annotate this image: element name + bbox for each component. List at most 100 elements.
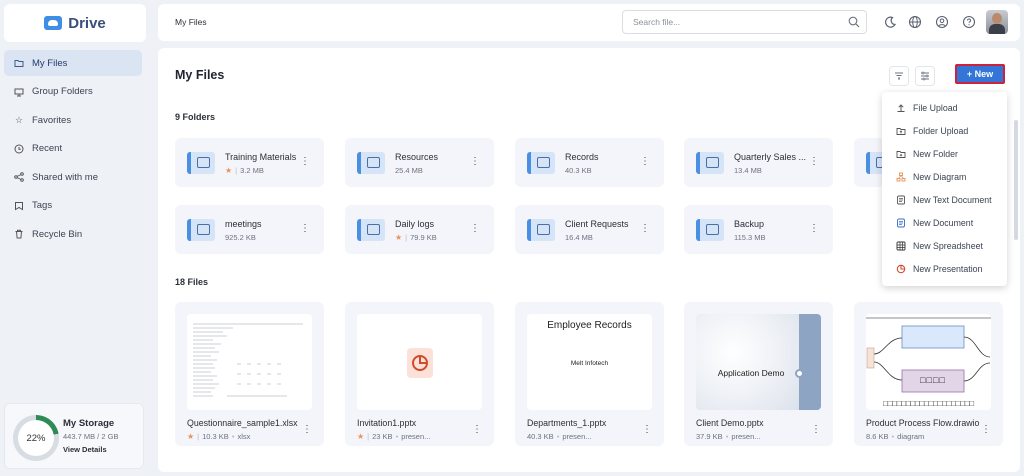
more-options-icon[interactable]: ⋮ [300, 157, 310, 167]
new-folder-icon [896, 149, 906, 159]
sidebar-item-tags[interactable]: Tags [4, 193, 142, 219]
more-options-icon[interactable]: ⋮ [642, 425, 652, 435]
menu-item-new-folder[interactable]: New Folder [882, 142, 1007, 165]
file-meta: ★ | 23 KB • presen... [357, 432, 431, 441]
folder-card[interactable]: Records 40.3 KB ⋮ [515, 138, 664, 187]
folders-heading: 9 Folders [175, 112, 216, 122]
scrollbar[interactable] [1014, 120, 1018, 240]
new-button[interactable]: + New [955, 64, 1005, 84]
file-meta: 8.6 KB • diagram [866, 432, 925, 441]
file-name: Questionnaire_sample1.xlsx [187, 418, 298, 428]
folder-name: meetings [225, 219, 262, 229]
folder-card[interactable]: Daily logs ★ | 79.9 KB ⋮ [345, 205, 494, 254]
avatar[interactable] [986, 10, 1008, 34]
logo[interactable]: Drive [4, 4, 146, 42]
file-meta: ★ | 10.3 KB • xlsx [187, 432, 251, 441]
folder-name: Training Materials [225, 152, 297, 162]
file-card[interactable]: Employee Records Melt Infotech Departmen… [515, 302, 664, 446]
star-icon: ★ [187, 432, 195, 441]
folder-size: 40.3 KB [565, 166, 592, 175]
thumb-title: Application Demo [717, 368, 785, 378]
sidebar-item-recent[interactable]: Recent [4, 136, 142, 162]
moon-icon[interactable] [882, 14, 898, 30]
storage-percent: 22% [26, 432, 46, 444]
folder-card[interactable]: Quarterly Sales ... 13.4 MB ⋮ [684, 138, 833, 187]
menu-item-new-document[interactable]: New Document [882, 211, 1007, 234]
menu-item-new-text-document[interactable]: New Text Document [882, 188, 1007, 211]
search-icon[interactable] [848, 16, 860, 28]
folder-icon [187, 219, 215, 241]
folder-name: Daily logs [395, 219, 435, 229]
star-icon: ★ [395, 233, 403, 242]
menu-item-new-presentation[interactable]: New Presentation [882, 257, 1007, 280]
file-card[interactable]: Questionnaire_sample1.xlsx ★ | 10.3 KB • xls… [175, 302, 324, 446]
folder-card[interactable]: Resources 25.4 MB ⋮ [345, 138, 494, 187]
sidebar-item-favorites[interactable]: ☆ Favorites [4, 107, 142, 133]
globe-icon[interactable] [907, 14, 923, 30]
filter-icon[interactable] [915, 66, 935, 86]
more-options-icon[interactable]: ⋮ [300, 224, 310, 234]
more-options-icon[interactable]: ⋮ [809, 157, 819, 167]
folder-size: 13.4 MB [734, 166, 762, 175]
sidebar-item-label: Group Folders [32, 86, 93, 97]
menu-item-label: File Upload [913, 102, 958, 113]
document-icon [896, 218, 906, 228]
storage-title: My Storage [63, 418, 115, 429]
folder-card[interactable]: Backup 115.3 MB ⋮ [684, 205, 833, 254]
menu-item-new-diagram[interactable]: New Diagram [882, 165, 1007, 188]
breadcrumb[interactable]: My Files [175, 17, 207, 27]
folder-card[interactable]: Training Materials ★ | 3.2 MB ⋮ [175, 138, 324, 187]
menu-item-label: New Document [913, 217, 974, 228]
star-icon: ★ [225, 166, 233, 175]
more-options-icon[interactable]: ⋮ [470, 157, 480, 167]
more-options-icon[interactable]: ⋮ [640, 224, 650, 234]
thumb-box-text: □□□□ [920, 375, 946, 385]
drive-logo-icon [44, 16, 63, 30]
user-circle-icon[interactable] [934, 14, 950, 30]
sort-icon[interactable] [889, 66, 909, 86]
folder-card[interactable]: Client Requests 16.4 MB ⋮ [515, 205, 664, 254]
menu-item-label: New Text Document [913, 194, 992, 205]
sidebar: Drive My Files Group Folders ☆ Favorites… [0, 0, 150, 476]
more-options-icon[interactable]: ⋮ [811, 425, 821, 435]
folder-card[interactable] [854, 138, 894, 187]
folder-icon [357, 152, 385, 174]
menu-item-file-upload[interactable]: File Upload [882, 96, 1007, 119]
file-size: 37.9 KB [696, 432, 723, 441]
sidebar-item-label: Tags [32, 200, 53, 211]
menu-item-new-spreadsheet[interactable]: New Spreadsheet [882, 234, 1007, 257]
sidebar-item-my-files[interactable]: My Files [4, 50, 142, 76]
file-card[interactable]: □□□□ □□□□□□□□□□□□□□□□□□□□ Product Proces… [854, 302, 1003, 446]
view-details-link[interactable]: View Details [63, 445, 107, 454]
more-options-icon[interactable]: ⋮ [302, 425, 312, 435]
file-type: xlsx [237, 432, 251, 441]
sidebar-item-group-folders[interactable]: Group Folders [4, 79, 142, 105]
file-type: presen... [562, 432, 592, 441]
more-options-icon[interactable]: ⋮ [981, 425, 991, 435]
folder-name: Records [565, 152, 599, 162]
file-card[interactable]: Invitation1.pptx ★ | 23 KB • presen... ⋮ [345, 302, 494, 446]
star-icon: ☆ [14, 114, 24, 125]
help-icon[interactable] [961, 14, 977, 30]
more-options-icon[interactable]: ⋮ [472, 425, 482, 435]
file-thumbnail: □□□□ □□□□□□□□□□□□□□□□□□□□ [866, 314, 991, 410]
search-input[interactable] [633, 11, 833, 33]
more-options-icon[interactable]: ⋮ [809, 224, 819, 234]
sidebar-item-shared[interactable]: Shared with me [4, 164, 142, 190]
sidebar-item-recycle-bin[interactable]: Recycle Bin [4, 221, 142, 247]
sidebar-item-label: Favorites [32, 114, 72, 126]
file-size: 23 KB [372, 432, 393, 441]
thumb-title: Employee Records [547, 320, 632, 331]
file-name: Departments_1.pptx [527, 418, 607, 428]
sidebar-item-label: Shared with me [32, 171, 99, 183]
tag-icon [14, 201, 24, 211]
menu-item-folder-upload[interactable]: Folder Upload [882, 119, 1007, 142]
more-options-icon[interactable]: ⋮ [640, 157, 650, 167]
more-options-icon[interactable]: ⋮ [470, 224, 480, 234]
folder-card[interactable]: meetings 925.2 KB ⋮ [175, 205, 324, 254]
menu-item-label: New Spreadsheet [913, 240, 983, 251]
folder-icon [357, 219, 385, 241]
file-type: diagram [897, 432, 925, 441]
sidebar-item-label: My Files [32, 57, 68, 69]
file-card[interactable]: Application Demo Client Demo.pptx 37.9 K… [684, 302, 833, 446]
